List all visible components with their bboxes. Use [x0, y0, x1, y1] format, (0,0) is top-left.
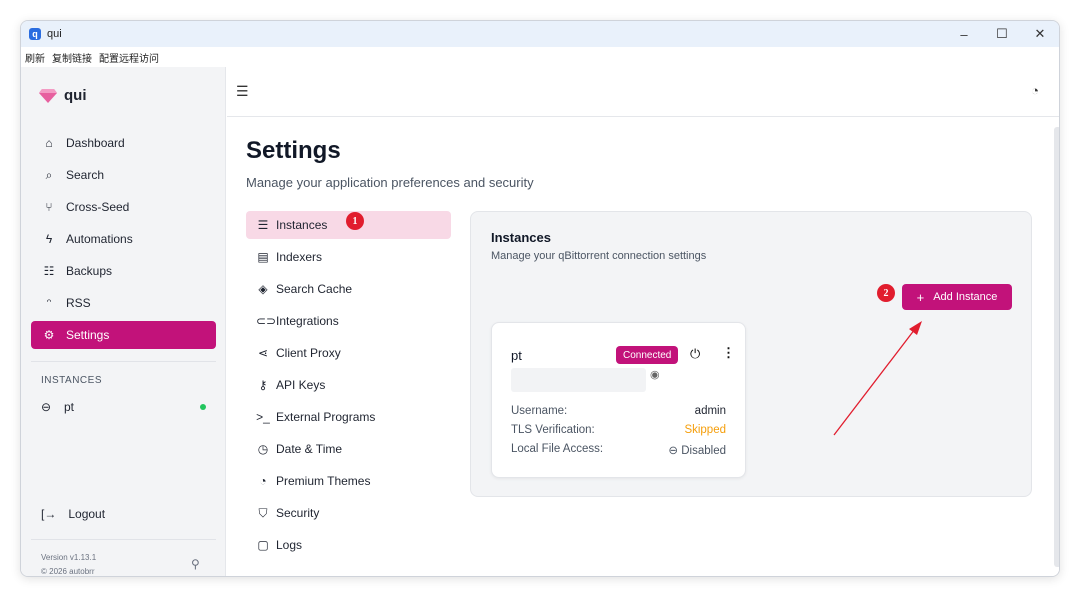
app-logo-icon: q: [29, 28, 41, 40]
window-controls: – ☐ ✕: [945, 21, 1059, 47]
sidebar-item-automations[interactable]: ϟ Automations: [31, 225, 216, 253]
sidebar-divider: [31, 361, 216, 362]
instance-label: pt: [64, 400, 75, 414]
title-bar: q qui – ☐ ✕: [21, 21, 1059, 47]
sidebar-item-label: Search: [66, 168, 105, 182]
sidebar-item-rss[interactable]: ᵔ RSS: [31, 289, 216, 317]
online-status-dot: [200, 404, 206, 410]
app-window: q qui – ☐ ✕ 刷新 复制链接 配置远程访问 qui ⌂ Dashboa…: [20, 20, 1060, 577]
sidebar-item-settings[interactable]: ⚙ Settings: [31, 321, 216, 349]
search-icon: ⌕: [45, 167, 53, 182]
window-title: qui: [47, 28, 62, 40]
sidebar-item-cross-seed[interactable]: ⑂ Cross-Seed: [31, 193, 216, 221]
sidebar-divider: [31, 539, 216, 540]
minimize-button[interactable]: –: [945, 21, 983, 47]
home-icon: ⌂: [45, 136, 53, 150]
menu-copy-link[interactable]: 复制链接: [52, 50, 92, 65]
instances-heading: INSTANCES: [41, 375, 102, 386]
main-content: ☰ ◔ Settings Manage your application pre…: [227, 67, 1059, 576]
menu-remote-access[interactable]: 配置远程访问: [99, 50, 159, 65]
zap-icon: ϟ: [45, 232, 53, 246]
sidebar-item-label: RSS: [66, 296, 91, 310]
sidebar-item-label: Automations: [66, 232, 133, 246]
sidebar: qui ⌂ Dashboard ⌕ Search ⑂ Cross-Seed ϟ …: [21, 67, 226, 576]
sidebar-item-dashboard[interactable]: ⌂ Dashboard: [31, 129, 216, 157]
menu-refresh[interactable]: 刷新: [25, 50, 45, 65]
sidebar-item-label: Backups: [66, 264, 113, 278]
archive-icon: ☷: [43, 264, 55, 278]
annotation-arrow: [833, 321, 922, 436]
settings-icon: ⚙: [43, 328, 55, 342]
sidebar-instance-pt[interactable]: ⊖ pt: [41, 397, 206, 417]
sidebar-item-backups[interactable]: ☷ Backups: [31, 257, 216, 285]
gem-logo-icon: [39, 88, 57, 103]
sidebar-item-search[interactable]: ⌕ Search: [31, 161, 216, 189]
copyright-text: © 2026 autobrr: [41, 567, 95, 576]
logout-label: Logout: [68, 507, 106, 521]
rss-icon: ᵔ: [46, 296, 52, 310]
brand-name: qui: [64, 87, 87, 104]
sidebar-item-label: Settings: [66, 328, 110, 342]
maximize-button[interactable]: ☐: [983, 21, 1021, 47]
git-branch-icon: ⑂: [45, 200, 53, 214]
close-button[interactable]: ✕: [1021, 21, 1059, 47]
sidebar-item-label: Cross-Seed: [66, 200, 130, 214]
logout-icon: [→: [41, 507, 57, 521]
github-icon[interactable]: ⚲: [191, 557, 200, 571]
version-info: Version v1.13.1 © 2026 autobrr: [41, 551, 97, 576]
menu-bar: 刷新 复制链接 配置远程访问: [21, 47, 1059, 67]
logout-button[interactable]: [→ Logout: [41, 507, 105, 521]
version-text: Version v1.13.1: [41, 553, 97, 562]
sidebar-item-label: Dashboard: [66, 136, 125, 150]
hard-drive-icon: ⊖: [41, 400, 52, 414]
brand[interactable]: qui: [39, 87, 87, 104]
